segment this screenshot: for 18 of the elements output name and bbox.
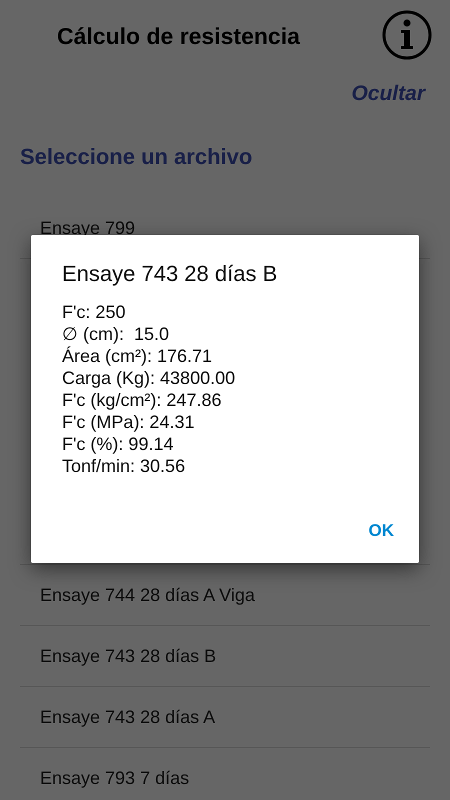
section-title: Seleccione un archivo bbox=[20, 144, 252, 170]
app-title: Cálculo de resistencia bbox=[57, 22, 300, 50]
file-item[interactable]: Ensaye 793 7 días bbox=[20, 748, 430, 800]
hide-link[interactable]: Ocultar bbox=[351, 82, 425, 106]
detail-line: F'c (kg/cm²): 247.86 bbox=[62, 389, 222, 411]
detail-line: Carga (Kg): 43800.00 bbox=[62, 367, 236, 389]
detail-line: F'c: 250 bbox=[62, 301, 126, 323]
file-item[interactable]: Ensaye 744 28 días A Viga bbox=[20, 565, 430, 626]
detail-line: F'c (%): 99.14 bbox=[62, 433, 174, 455]
detail-line: F'c (MPa): 24.31 bbox=[62, 411, 196, 433]
detail-line: Tonf/min: 30.56 bbox=[62, 455, 186, 477]
ok-button[interactable]: OK bbox=[356, 513, 406, 549]
detail-line: ∅ (cm): 15.0 bbox=[62, 323, 170, 345]
detail-line: Área (cm²): 176.71 bbox=[62, 345, 214, 367]
file-item[interactable]: Ensaye 743 28 días B bbox=[20, 626, 430, 687]
info-icon[interactable] bbox=[382, 10, 432, 60]
dialog-title: Ensaye 743 28 días B bbox=[62, 261, 278, 287]
file-item[interactable]: Ensaye 743 28 días A bbox=[20, 687, 430, 748]
